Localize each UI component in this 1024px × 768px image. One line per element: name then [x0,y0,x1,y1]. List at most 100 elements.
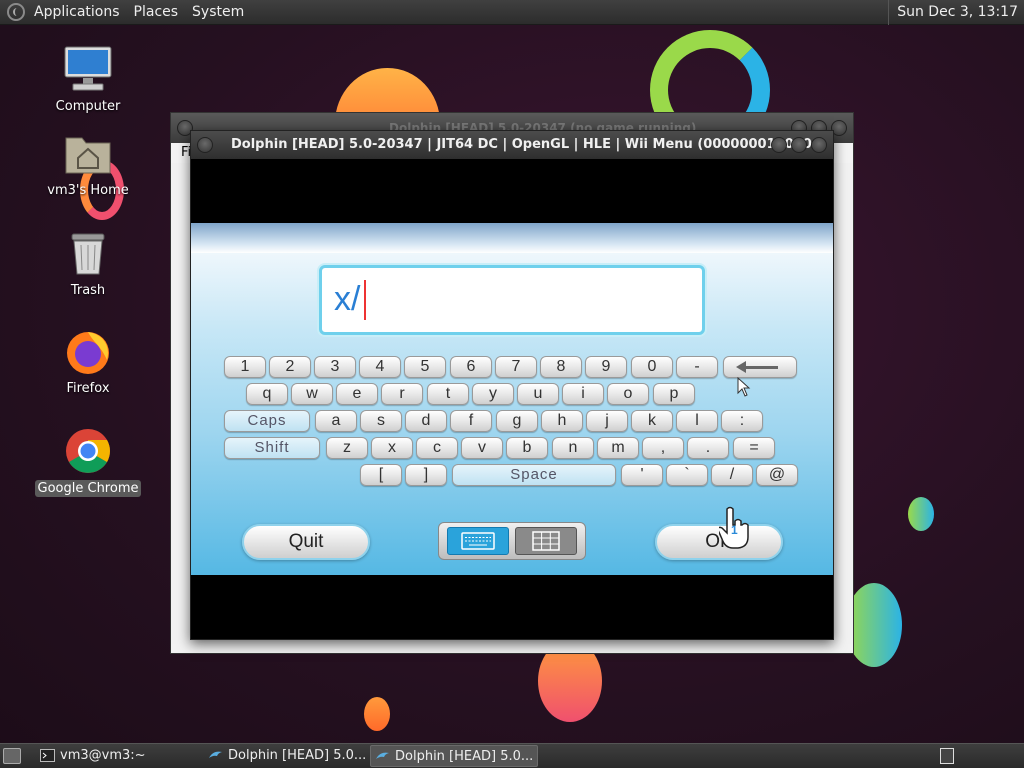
desktop-icon-label: vm3's Home [47,183,129,198]
key[interactable]: x [371,437,413,459]
key[interactable]: n [552,437,594,459]
desktop-icon-label: Firefox [66,381,110,396]
menu-system[interactable]: System [185,4,251,20]
key[interactable]: o [607,383,649,405]
key[interactable]: u [517,383,559,405]
desktop-icon-home[interactable]: vm3's Home [33,128,143,199]
key[interactable]: s [360,410,402,432]
menu-applications[interactable]: Applications [27,4,127,20]
key[interactable]: ] [405,464,447,486]
wallpaper-blue-blob [846,583,902,667]
key[interactable]: 9 [585,356,627,378]
grid-icon [532,531,560,551]
key[interactable]: v [461,437,503,459]
desktop-icon-firefox[interactable]: Firefox [33,326,143,397]
desktop-icon-label: Trash [70,283,106,298]
key[interactable]: m [597,437,639,459]
backspace-key[interactable] [723,356,797,378]
key[interactable]: e [336,383,378,405]
key[interactable]: 0 [631,356,673,378]
key[interactable]: [ [360,464,402,486]
key[interactable]: ' [621,464,663,486]
text-caret [364,280,366,320]
key[interactable]: 7 [495,356,537,378]
key[interactable]: p [653,383,695,405]
key[interactable]: g [496,410,538,432]
key[interactable]: : [721,410,763,432]
home-folder-icon [63,128,113,178]
key[interactable]: z [326,437,368,459]
key[interactable]: = [733,437,775,459]
keyboard-mode-toggle [438,522,586,560]
shift-key[interactable]: Shift [224,437,320,459]
workspace-switcher[interactable] [940,748,954,764]
mouse-pointer-icon [737,377,751,397]
game-viewport[interactable]: x/ 1 2 3 4 5 6 7 8 9 0 - q w e r t y u i… [191,159,833,639]
show-desktop-button[interactable] [3,748,21,764]
menu-places[interactable]: Places [127,4,186,20]
key[interactable]: a [315,410,357,432]
window-title: Dolphin [HEAD] 5.0-20347 | JIT64 DC | Op… [191,131,833,159]
keyboard-mode-button[interactable] [447,527,509,555]
key[interactable]: 3 [314,356,356,378]
input-value: x/ [334,280,361,318]
taskbar-item-dolphin-main[interactable]: Dolphin [HEAD] 5.0... [204,745,366,767]
key[interactable]: r [381,383,423,405]
minimize-button[interactable] [771,137,787,153]
key[interactable]: q [246,383,288,405]
key[interactable]: 5 [404,356,446,378]
caps-key[interactable]: Caps [224,410,310,432]
key[interactable]: k [631,410,673,432]
key[interactable]: j [586,410,628,432]
key[interactable]: @ [756,464,798,486]
desktop-icon-trash[interactable]: Trash [33,228,143,299]
desktop-icon-chrome[interactable]: Google Chrome [33,426,143,497]
key[interactable]: c [416,437,458,459]
desktop-icon-label: Google Chrome [34,480,142,497]
computer-icon [63,44,113,94]
key[interactable]: / [711,464,753,486]
dolphin-icon [376,752,389,759]
key[interactable]: 8 [540,356,582,378]
key[interactable]: . [687,437,729,459]
dolphin-icon [209,751,222,758]
quit-button[interactable]: Quit [242,524,370,560]
taskbar-item-dolphin-render[interactable]: Dolphin [HEAD] 5.0... [370,745,538,767]
key[interactable]: 2 [269,356,311,378]
key[interactable]: i [562,383,604,405]
key[interactable]: , [642,437,684,459]
key[interactable]: w [291,383,333,405]
trash-icon [63,228,113,278]
maximize-button[interactable] [791,137,807,153]
key[interactable]: d [405,410,447,432]
key[interactable]: 1 [224,356,266,378]
dolphin-render-window: Dolphin [HEAD] 5.0-20347 | JIT64 DC | Op… [190,130,834,640]
wii-hand-cursor: 1 [717,505,753,549]
clock[interactable]: Sun Dec 3, 13:17 [888,0,1024,25]
wallpaper-green-blob [908,497,934,531]
player-badge: 1 [731,523,738,537]
window-menu-button[interactable] [197,137,213,153]
bottom-taskbar: vm3@vm3:~ Dolphin [HEAD] 5.0... Dolphin … [0,743,1024,768]
key[interactable]: - [676,356,718,378]
key[interactable]: h [541,410,583,432]
header-stripe [191,223,833,253]
key[interactable]: l [676,410,718,432]
close-button[interactable] [811,137,827,153]
key[interactable]: ` [666,464,708,486]
key[interactable]: 4 [359,356,401,378]
text-input[interactable]: x/ [319,265,705,335]
keyboard-icon [461,532,495,550]
desktop-icon-computer[interactable]: Computer [33,44,143,115]
key[interactable]: t [427,383,469,405]
key[interactable]: 6 [450,356,492,378]
top-panel: Applications Places System Sun Dec 3, 13… [0,0,1024,25]
mate-logo-icon[interactable] [7,3,25,21]
key[interactable]: b [506,437,548,459]
taskbar-item-label: Dolphin [HEAD] 5.0... [228,748,366,763]
key[interactable]: y [472,383,514,405]
taskbar-item-terminal[interactable]: vm3@vm3:~ [36,745,198,767]
grid-mode-button[interactable] [515,527,577,555]
space-key[interactable]: Space [452,464,616,486]
key[interactable]: f [450,410,492,432]
